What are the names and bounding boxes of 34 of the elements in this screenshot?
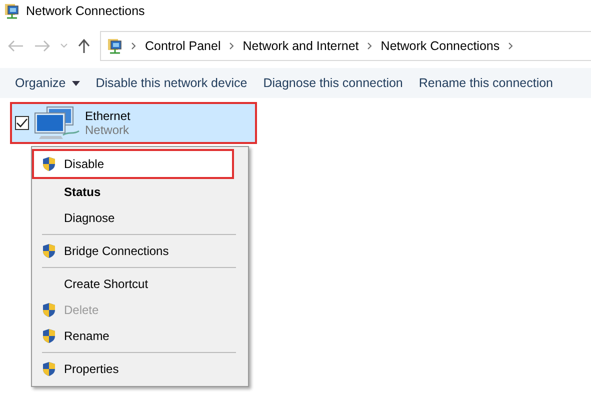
network-folder-icon [4,3,20,19]
command-button[interactable]: Rename this connection [412,76,560,90]
connection-status: Network [85,123,130,137]
chevron-right-icon[interactable] [508,42,514,50]
checkbox[interactable] [15,116,29,130]
menu-item[interactable]: Properties [32,356,234,382]
command-button[interactable]: Disable this network device [88,76,254,90]
chevron-right-icon[interactable] [228,42,235,50]
menu-item[interactable]: Status [32,179,234,205]
menu-item[interactable]: Disable [32,149,234,179]
computers-icon [33,105,81,141]
up-arrow-icon[interactable] [78,39,90,53]
breadcrumb[interactable]: Network and Internet [242,39,359,53]
shield-icon [42,361,56,377]
breadcrumb[interactable]: Control Panel [145,39,221,53]
breadcrumb[interactable]: Network Connections [380,39,500,53]
caret-icon [72,80,80,86]
organize-menu[interactable]: Organize [8,76,87,90]
shield-icon [42,302,56,318]
menu-item[interactable]: Rename [32,323,234,349]
address-bar[interactable]: Control Panel Network and Internet Network Connections [100,31,591,61]
connection-name: Ethernet [85,109,130,123]
shield-icon [42,328,56,344]
connection-item[interactable]: Ethernet Network [10,102,257,144]
chevron-right-icon[interactable] [366,42,373,50]
chevron-right-icon[interactable] [131,42,137,50]
shield-icon [42,156,56,172]
menu-item[interactable]: Diagnose [32,205,234,231]
shield-icon [42,243,56,259]
command-button[interactable]: Diagnose this connection [256,76,410,90]
menu-item[interactable]: Bridge Connections [32,238,234,264]
window-title: Network Connections [26,4,145,18]
menu-item[interactable]: Create Shortcut [32,271,234,297]
network-folder-icon [107,38,123,54]
